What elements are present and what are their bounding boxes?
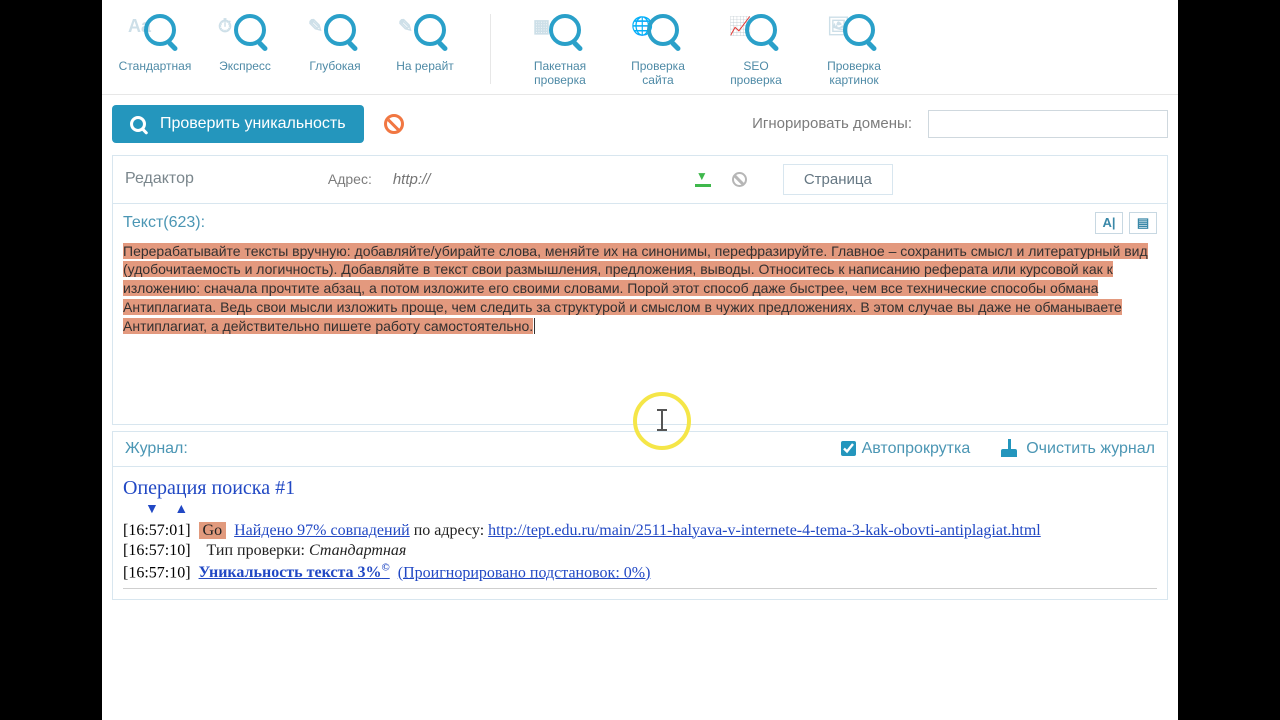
toolbar-group-left: Aa Стандартная ⏱ Экспресс ✎ Глубокая ✎ Н…: [110, 14, 470, 74]
cancel-icon[interactable]: [384, 114, 404, 134]
uniqueness-link[interactable]: Уникальность текста 3%©: [199, 564, 390, 581]
log-line: [16:57:10] Уникальность текста 3%© (Прои…: [123, 562, 1157, 582]
app-window: Aa Стандартная ⏱ Экспресс ✎ Глубокая ✎ Н…: [102, 0, 1178, 720]
magnifier-icon: 🖼: [833, 14, 875, 56]
tool-label: Проверка картинок: [827, 60, 881, 88]
check-type-value: Стандартная: [309, 542, 406, 559]
log-line: [16:57:01] Go Найдено 97% совпадений по …: [123, 522, 1157, 540]
sort-arrows-icon[interactable]: ▼ ▲: [145, 502, 1157, 518]
log-text: Тип проверки:: [207, 542, 309, 559]
ignore-domains-input[interactable]: [928, 110, 1168, 138]
autoscroll-label: Автопрокрутка: [862, 440, 971, 458]
magnifier-icon: 📈: [735, 14, 777, 56]
log-panel: Операция поиска #1 ▼ ▲ [16:57:01] Go Най…: [112, 467, 1168, 600]
text-area[interactable]: Перерабатывайте тексты вручную: добавляй…: [113, 242, 1167, 424]
log-line: [16:57:10] Тип проверки: Стандартная: [123, 542, 1157, 560]
check-uniqueness-button[interactable]: Проверить уникальность: [112, 105, 364, 143]
go-badge[interactable]: Go: [199, 522, 227, 539]
tool-images[interactable]: 🖼 Проверка картинок: [805, 14, 903, 88]
timestamp: [16:57:01]: [123, 522, 191, 539]
log-title: Журнал:: [125, 440, 188, 458]
tool-label: На рерайт: [396, 60, 454, 74]
log-bar: Журнал: Автопрокрутка Очистить журнал: [112, 431, 1168, 467]
textbox-header: Текст(623): A| ▤: [113, 203, 1167, 242]
text-cursor-icon: [661, 410, 663, 430]
address-label: Адрес:: [328, 171, 372, 187]
tool-label: Глубокая: [309, 60, 360, 74]
tool-label: Стандартная: [119, 60, 192, 74]
magnifier-icon: ▦: [539, 14, 581, 56]
editor-header: Редактор Адрес: Страница: [113, 156, 1167, 203]
text-tools: A| ▤: [1095, 212, 1157, 234]
top-toolbar: Aa Стандартная ⏱ Экспресс ✎ Глубокая ✎ Н…: [102, 0, 1178, 95]
clear-log-button[interactable]: Очистить журнал: [1000, 440, 1155, 458]
tool-express[interactable]: ⏱ Экспресс: [200, 14, 290, 74]
tool-label: SEO проверка: [730, 60, 782, 88]
operation-title: Операция поиска #1: [123, 477, 1157, 500]
tool-label: Экспресс: [219, 60, 271, 74]
cancel-small-icon[interactable]: [732, 172, 747, 187]
tool-deep[interactable]: ✎ Глубокая: [290, 14, 380, 74]
editor-panel: Редактор Адрес: Страница Текст(623): A| …: [112, 155, 1168, 425]
ignore-domains-label: Игнорировать домены:: [752, 115, 912, 132]
tool-select-all-icon[interactable]: A|: [1095, 212, 1123, 234]
tool-rewrite[interactable]: ✎ На рерайт: [380, 14, 470, 74]
tool-batch[interactable]: ▦ Пакетная проверка: [511, 14, 609, 88]
ignored-link[interactable]: (Проигнорировано подстановок: 0%): [398, 564, 651, 581]
log-text: по адресу:: [410, 522, 488, 539]
magnifier-icon: ⏱: [224, 14, 266, 56]
tool-seo[interactable]: 📈 SEO проверка: [707, 14, 805, 88]
tool-standard[interactable]: Aa Стандартная: [110, 14, 200, 74]
text-count-label: Текст(623):: [123, 214, 205, 232]
actions-row: Проверить уникальность Игнорировать доме…: [102, 95, 1178, 155]
magnifier-icon: ✎: [314, 14, 356, 56]
tool-label: Проверка сайта: [631, 60, 685, 88]
match-link[interactable]: Найдено 97% совпадений: [234, 522, 410, 539]
highlighted-text: Перерабатывайте тексты вручную: добавляй…: [123, 243, 1148, 335]
autoscroll-toggle[interactable]: Автопрокрутка: [841, 440, 971, 458]
magnifier-icon: ✎: [404, 14, 446, 56]
magnifier-icon: Aa: [134, 14, 176, 56]
tool-site[interactable]: 🌐 Проверка сайта: [609, 14, 707, 88]
timestamp: [16:57:10]: [123, 542, 191, 559]
toolbar-separator: [490, 14, 491, 84]
timestamp: [16:57:10]: [123, 564, 191, 581]
magnifier-icon: 🌐: [637, 14, 679, 56]
search-icon: [130, 116, 146, 132]
button-label: Проверить уникальность: [160, 115, 346, 133]
clear-log-label: Очистить журнал: [1026, 440, 1155, 458]
divider: [123, 588, 1157, 589]
broom-icon: [1000, 440, 1018, 458]
tab-page[interactable]: Страница: [783, 164, 893, 195]
toolbar-group-right: ▦ Пакетная проверка 🌐 Проверка сайта 📈 S…: [511, 14, 903, 88]
tool-label: Пакетная проверка: [534, 60, 586, 88]
editor-title: Редактор: [125, 170, 194, 188]
address-input[interactable]: [386, 165, 686, 193]
download-icon[interactable]: [696, 172, 714, 186]
autoscroll-checkbox[interactable]: [841, 441, 856, 456]
tool-layout-icon[interactable]: ▤: [1129, 212, 1157, 234]
source-url-link[interactable]: http://tept.edu.ru/main/2511-halyava-v-i…: [488, 522, 1041, 539]
